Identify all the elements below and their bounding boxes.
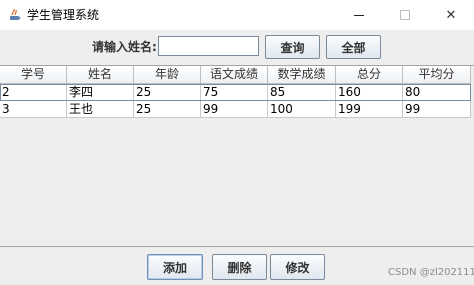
column-header-name[interactable]: 姓名 <box>67 66 134 84</box>
close-icon: ✕ <box>445 7 457 23</box>
column-header-total[interactable]: 总分 <box>336 66 403 84</box>
table-header: 学号 姓名 年龄 语文成绩 数学成绩 总分 平均分 <box>0 66 471 84</box>
cell-total[interactable]: 160 <box>336 84 403 101</box>
add-button[interactable]: 添加 <box>147 254 203 280</box>
cell-average[interactable]: 80 <box>403 84 471 101</box>
cell-average[interactable]: 99 <box>403 101 471 118</box>
column-header-math[interactable]: 数学成绩 <box>268 66 336 84</box>
column-header-id[interactable]: 学号 <box>0 66 67 84</box>
cell-chinese[interactable]: 99 <box>201 101 268 118</box>
cell-age[interactable]: 25 <box>134 101 201 118</box>
minimize-button[interactable] <box>336 0 382 30</box>
edit-button[interactable]: 修改 <box>270 254 325 280</box>
delete-button[interactable]: 删除 <box>212 254 267 280</box>
app-window: 学生管理系统 ✕ 请输入姓名: 查询 全部 学号 姓名 年龄 语文成绩 数学成绩… <box>0 0 474 285</box>
cell-total[interactable]: 199 <box>336 101 403 118</box>
cell-math[interactable]: 85 <box>268 84 336 101</box>
cell-name[interactable]: 王也 <box>67 101 134 118</box>
column-header-average[interactable]: 平均分 <box>403 66 471 84</box>
name-search-input[interactable] <box>158 36 259 56</box>
cell-age[interactable]: 25 <box>134 84 201 101</box>
close-button[interactable]: ✕ <box>428 0 474 30</box>
cell-id[interactable]: 3 <box>0 101 67 118</box>
table-row[interactable]: 3 王也 25 99 100 199 99 <box>0 101 471 118</box>
maximize-icon <box>400 10 410 20</box>
java-app-icon <box>10 8 21 20</box>
student-table[interactable]: 学号 姓名 年龄 语文成绩 数学成绩 总分 平均分 2 李四 25 75 85 … <box>0 65 474 247</box>
search-label: 请输入姓名: <box>92 40 157 54</box>
minimize-icon <box>354 14 364 16</box>
watermark: CSDN @zl202111 <box>388 267 474 278</box>
cell-math[interactable]: 100 <box>268 101 336 118</box>
cell-name[interactable]: 李四 <box>67 84 134 101</box>
title-bar[interactable]: 学生管理系统 ✕ <box>0 0 474 30</box>
column-header-age[interactable]: 年龄 <box>134 66 201 84</box>
column-header-chinese[interactable]: 语文成绩 <box>201 66 268 84</box>
query-button[interactable]: 查询 <box>265 35 320 59</box>
maximize-button[interactable] <box>382 0 428 30</box>
show-all-button[interactable]: 全部 <box>326 35 381 59</box>
table-row[interactable]: 2 李四 25 75 85 160 80 <box>0 84 471 101</box>
cell-id[interactable]: 2 <box>0 84 67 101</box>
cell-chinese[interactable]: 75 <box>201 84 268 101</box>
window-title: 学生管理系统 <box>27 8 100 22</box>
